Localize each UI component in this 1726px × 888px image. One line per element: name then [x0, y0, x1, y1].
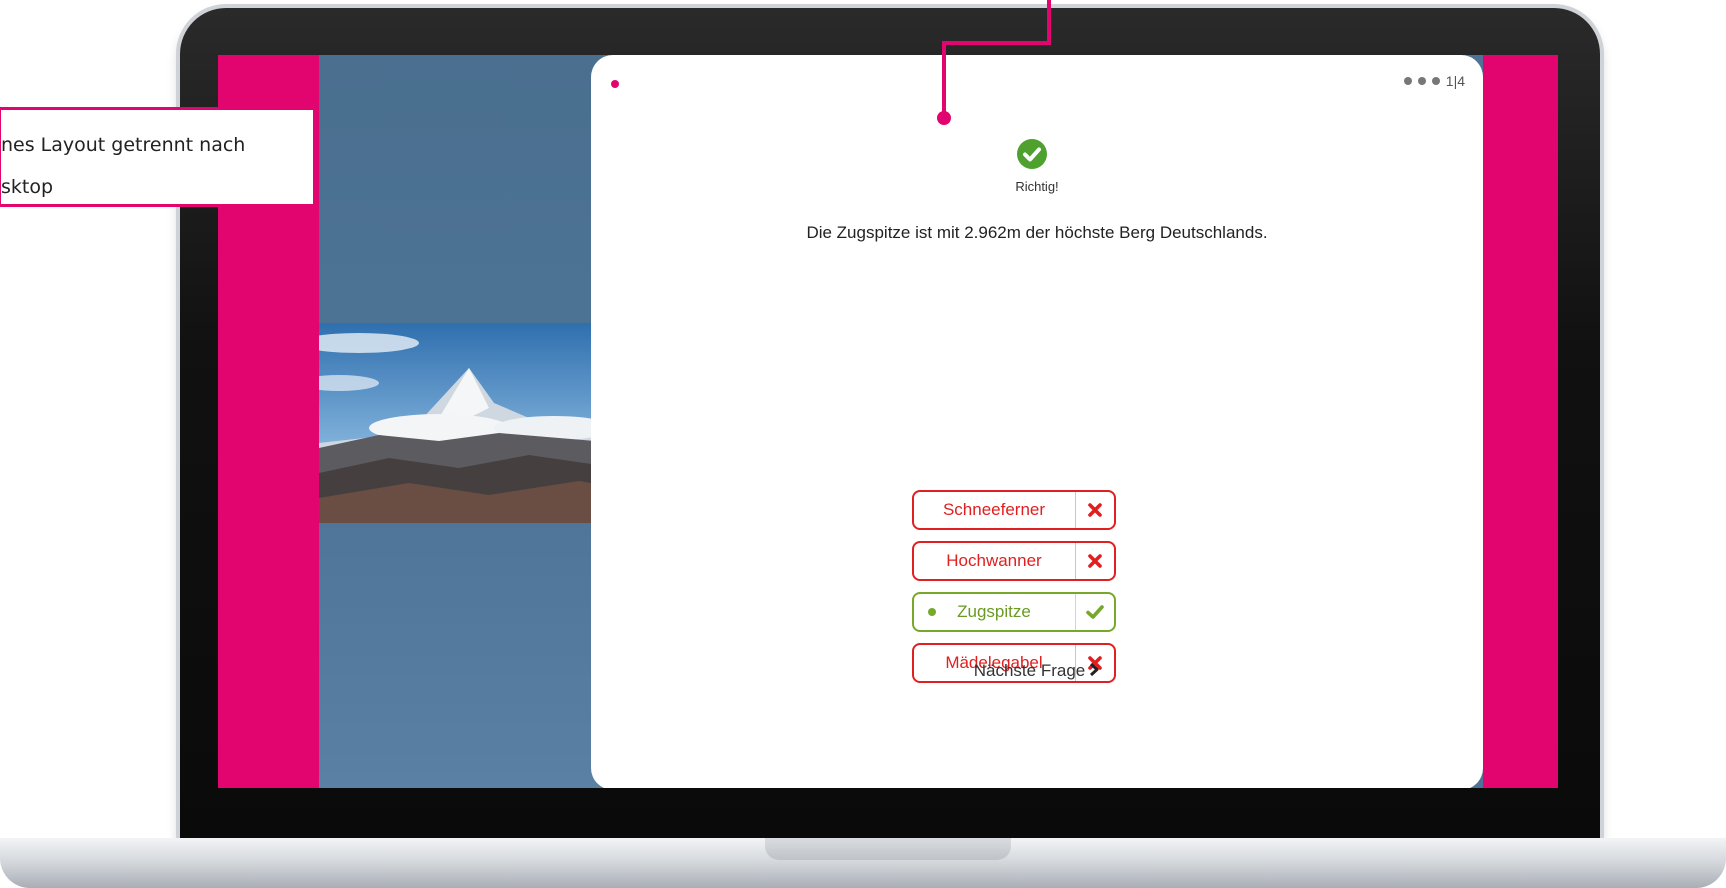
annotation-connector	[942, 41, 946, 117]
more-dot-icon[interactable]	[1403, 77, 1412, 85]
quiz-card: 1|4 Richtig! Die Zugspitze ist mit 2.962…	[591, 55, 1483, 788]
cross-icon	[1075, 492, 1114, 528]
checkmark-icon	[1075, 594, 1114, 630]
laptop-notch	[765, 838, 1011, 860]
pager: 1|4	[1403, 73, 1465, 89]
answer-label: Schneeferner	[942, 500, 1046, 519]
answer-label: Hochwanner	[946, 551, 1042, 570]
card-indicator-dot	[611, 80, 619, 88]
result-label: Richtig!	[1015, 179, 1059, 194]
question-counter: 1|4	[1445, 73, 1465, 89]
mountain-illustration	[319, 323, 619, 523]
next-question-label: Nächste Frage	[973, 661, 1086, 680]
more-dot-icon[interactable]	[1417, 77, 1426, 85]
check-circle-icon	[1017, 139, 1047, 169]
answer-explanation: Die Zugspitze ist mit 2.962m der höchste…	[806, 223, 1268, 242]
laptop-screen: 1|4 Richtig! Die Zugspitze ist mit 2.962…	[218, 55, 1558, 788]
answer-option-correct[interactable]: Zugspitze	[912, 592, 1116, 632]
more-dot-icon[interactable]	[1431, 77, 1440, 85]
right-accent-bar	[1483, 55, 1558, 788]
answer-option[interactable]: Hochwanner	[912, 541, 1116, 581]
answer-option[interactable]: Schneeferner	[912, 490, 1116, 530]
answer-label: Zugspitze	[957, 602, 1031, 621]
annotation-connector	[942, 41, 1051, 45]
annotation-connector	[1047, 0, 1051, 45]
chevron-right-icon	[1089, 662, 1100, 682]
next-question-button[interactable]: Nächste Frage	[591, 661, 1483, 682]
callout-text-line: sktop	[1, 176, 54, 198]
cross-icon	[1075, 543, 1114, 579]
annotation-callout: nes Layout getrennt nach sktop	[0, 107, 316, 207]
annotation-connector-dot	[937, 111, 951, 125]
callout-text-line: nes Layout getrennt nach	[1, 134, 246, 156]
mountain-image	[319, 323, 619, 523]
